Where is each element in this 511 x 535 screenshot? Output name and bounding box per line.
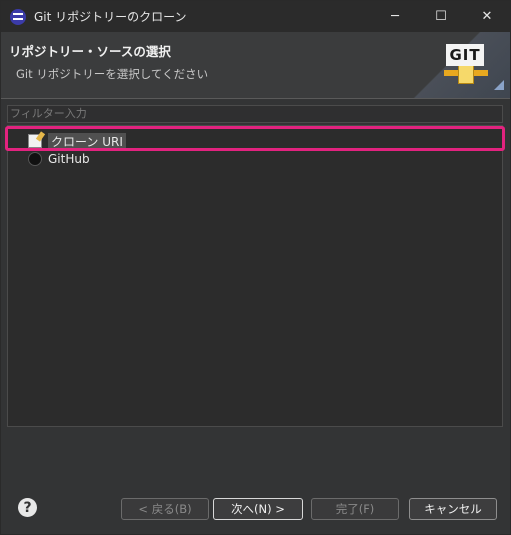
tree-item-github[interactable]: GitHub [28,150,90,168]
github-icon [28,152,42,166]
title-bar: Git リポジトリーのクローン ─ ☐ ✕ [1,1,510,32]
eclipse-app-icon [10,8,26,25]
close-button[interactable]: ✕ [464,1,510,32]
window-title: Git リポジトリーのクローン [34,10,187,24]
git-logo-text: GIT [446,44,484,66]
finish-button[interactable]: 完了(F) [311,498,399,520]
page-description: Git リポジトリーを選択してください [16,67,209,81]
next-button[interactable]: 次へ(N) > [213,498,303,520]
tree-item-label: GitHub [48,152,90,166]
wizard-header: リポジトリー・ソースの選択 Git リポジトリーを選択してください GIT [1,32,510,99]
back-button[interactable]: < 戻る(B) [121,498,209,520]
page-title: リポジトリー・ソースの選択 [9,44,171,59]
clone-dialog: Git リポジトリーのクローン ─ ☐ ✕ リポジトリー・ソースの選択 Git … [0,0,511,535]
help-icon[interactable]: ? [18,498,37,517]
minimize-button[interactable]: ─ [372,1,418,32]
repository-source-tree: クローン URI GitHub [7,125,503,427]
filter-input[interactable]: フィルター入力 [7,105,503,123]
maximize-button[interactable]: ☐ [418,1,464,32]
git-logo-icon: GIT [444,40,504,90]
cancel-button[interactable]: キャンセル [409,498,497,520]
selection-highlight-box [5,126,505,151]
window-controls: ─ ☐ ✕ [372,1,510,32]
